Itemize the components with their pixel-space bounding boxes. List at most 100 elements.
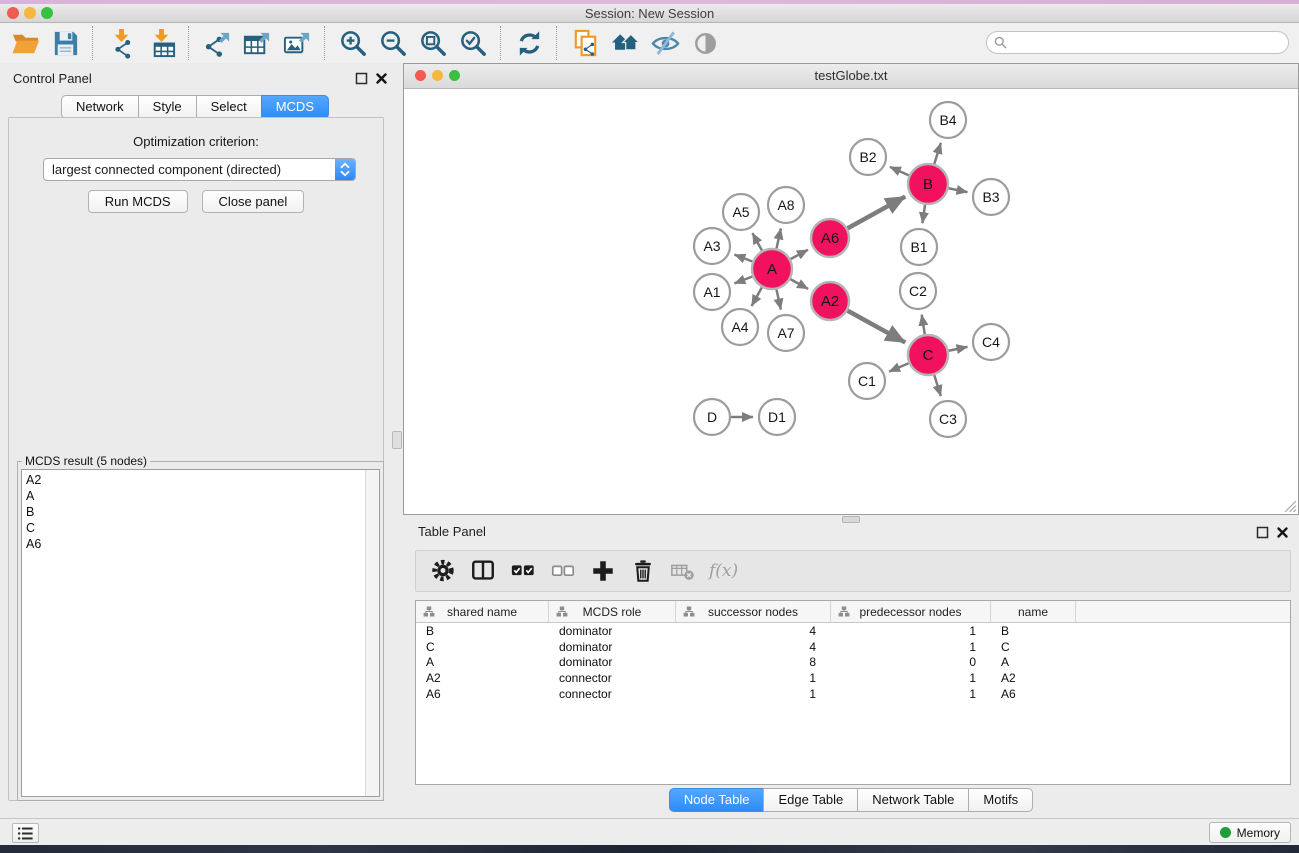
edge-B-B1[interactable]: [922, 205, 925, 223]
node-A3[interactable]: A3: [694, 228, 730, 264]
eye-button[interactable]: [685, 25, 725, 61]
node-A8[interactable]: A8: [768, 187, 804, 223]
edge-B-B4[interactable]: [934, 143, 941, 164]
mcds-result-item[interactable]: C: [22, 520, 379, 536]
table-cell[interactable]: A2: [416, 671, 549, 685]
column-header-predecessor-nodes[interactable]: predecessor nodes: [831, 601, 991, 622]
uncheck-all-button[interactable]: [549, 556, 576, 586]
clone-network-button[interactable]: [565, 25, 605, 61]
check-all-button[interactable]: [509, 556, 536, 586]
node-A6[interactable]: A6: [811, 219, 849, 257]
node-B[interactable]: B: [908, 164, 948, 204]
node-A[interactable]: A: [752, 249, 792, 289]
node-D1[interactable]: D1: [759, 399, 795, 435]
table-cell[interactable]: 8: [676, 655, 831, 669]
table-row[interactable]: A6connector11A6: [416, 686, 1290, 702]
tab-edge-table[interactable]: Edge Table: [763, 788, 858, 812]
zoom-fit-button[interactable]: [413, 25, 453, 61]
node-C4[interactable]: C4: [973, 324, 1009, 360]
zoom-out-button[interactable]: [373, 25, 413, 61]
table-cell[interactable]: 1: [676, 671, 831, 685]
close-icon[interactable]: [1275, 525, 1290, 540]
edge-A-A7[interactable]: [776, 290, 780, 310]
node-B1[interactable]: B1: [901, 229, 937, 265]
network-canvas[interactable]: B4B2BB3B1A5A8A6A3AA1A2C2A4A7C4CC1C3DD1: [404, 88, 1298, 519]
node-A7[interactable]: A7: [768, 315, 804, 351]
node-B2[interactable]: B2: [850, 139, 886, 175]
node-D[interactable]: D: [694, 399, 730, 435]
table-cell[interactable]: dominator: [549, 640, 676, 654]
table-cell[interactable]: A6: [416, 687, 549, 701]
zoom-selected-button[interactable]: [453, 25, 493, 61]
gear-button[interactable]: [429, 556, 456, 586]
edge-C-C3[interactable]: [934, 375, 941, 396]
mcds-result-item[interactable]: B: [22, 504, 379, 520]
table-cell[interactable]: C: [991, 640, 1076, 654]
table-cell[interactable]: connector: [549, 671, 676, 685]
edge-C-C4[interactable]: [949, 347, 968, 351]
table-cell[interactable]: C: [416, 640, 549, 654]
export-network-button[interactable]: [197, 25, 237, 61]
split-pane-button[interactable]: [469, 556, 496, 586]
eye-slash-button[interactable]: [645, 25, 685, 61]
table-cell[interactable]: 1: [676, 687, 831, 701]
node-B4[interactable]: B4: [930, 102, 966, 138]
table-row[interactable]: Bdominator41B: [416, 623, 1290, 639]
mcds-result-item[interactable]: A: [22, 488, 379, 504]
save-button[interactable]: [45, 25, 85, 61]
export-table-button[interactable]: [237, 25, 277, 61]
resize-grip-icon[interactable]: [1283, 499, 1297, 513]
mcds-result-list[interactable]: A2ABCA6: [21, 469, 380, 797]
edge-A-A2[interactable]: [790, 279, 808, 289]
tab-mcds[interactable]: MCDS: [261, 95, 329, 119]
edge-A-A4[interactable]: [752, 287, 762, 306]
trash-button[interactable]: [629, 556, 656, 586]
edge-A-A6[interactable]: [791, 250, 808, 259]
table-panel-grip[interactable]: [842, 516, 860, 523]
table-row[interactable]: Adominator80A: [416, 654, 1290, 670]
mcds-result-item[interactable]: A6: [22, 536, 379, 552]
table-cell[interactable]: 4: [676, 624, 831, 638]
column-header-name[interactable]: name: [991, 601, 1076, 622]
tab-node-table[interactable]: Node Table: [669, 788, 765, 812]
panel-divider[interactable]: [390, 63, 403, 818]
table-cell[interactable]: 1: [831, 640, 991, 654]
node-C2[interactable]: C2: [900, 273, 936, 309]
table-row[interactable]: A2connector11A2: [416, 670, 1290, 686]
edge-B-B3[interactable]: [949, 188, 968, 192]
mcds-result-item[interactable]: A2: [22, 472, 379, 488]
optimization-criterion-dropdown[interactable]: largest connected component (directed): [43, 158, 356, 181]
table-cell[interactable]: 1: [831, 687, 991, 701]
table-cell[interactable]: connector: [549, 687, 676, 701]
zoom-in-button[interactable]: [333, 25, 373, 61]
node-B3[interactable]: B3: [973, 179, 1009, 215]
node-A4[interactable]: A4: [722, 309, 758, 345]
home-button[interactable]: [605, 25, 645, 61]
tab-network[interactable]: Network: [61, 95, 139, 119]
tab-motifs[interactable]: Motifs: [968, 788, 1033, 812]
table-cell[interactable]: dominator: [549, 624, 676, 638]
edge-A-A1[interactable]: [734, 277, 752, 284]
result-scrollbar[interactable]: [365, 470, 379, 796]
edge-A-A3[interactable]: [734, 255, 752, 262]
close-panel-button[interactable]: Close panel: [202, 190, 305, 213]
table-cell[interactable]: A: [416, 655, 549, 669]
edge-A2-C[interactable]: [848, 311, 906, 343]
column-header-MCDS-role[interactable]: MCDS role: [549, 601, 676, 622]
divider-grip[interactable]: [392, 431, 402, 449]
table-cell[interactable]: A: [991, 655, 1076, 669]
column-header-successor-nodes[interactable]: successor nodes: [676, 601, 831, 622]
run-mcds-button[interactable]: Run MCDS: [88, 190, 188, 213]
node-C3[interactable]: C3: [930, 401, 966, 437]
tab-style[interactable]: Style: [138, 95, 197, 119]
export-image-button[interactable]: [277, 25, 317, 61]
open-folder-button[interactable]: [5, 25, 45, 61]
edge-B-B2[interactable]: [890, 167, 909, 176]
edge-C-C2[interactable]: [922, 315, 925, 335]
tab-network-table[interactable]: Network Table: [857, 788, 969, 812]
close-icon[interactable]: [374, 71, 389, 86]
float-icon[interactable]: [1255, 525, 1270, 540]
node-A1[interactable]: A1: [694, 274, 730, 310]
table-cell[interactable]: 4: [676, 640, 831, 654]
table-cell[interactable]: B: [991, 624, 1076, 638]
